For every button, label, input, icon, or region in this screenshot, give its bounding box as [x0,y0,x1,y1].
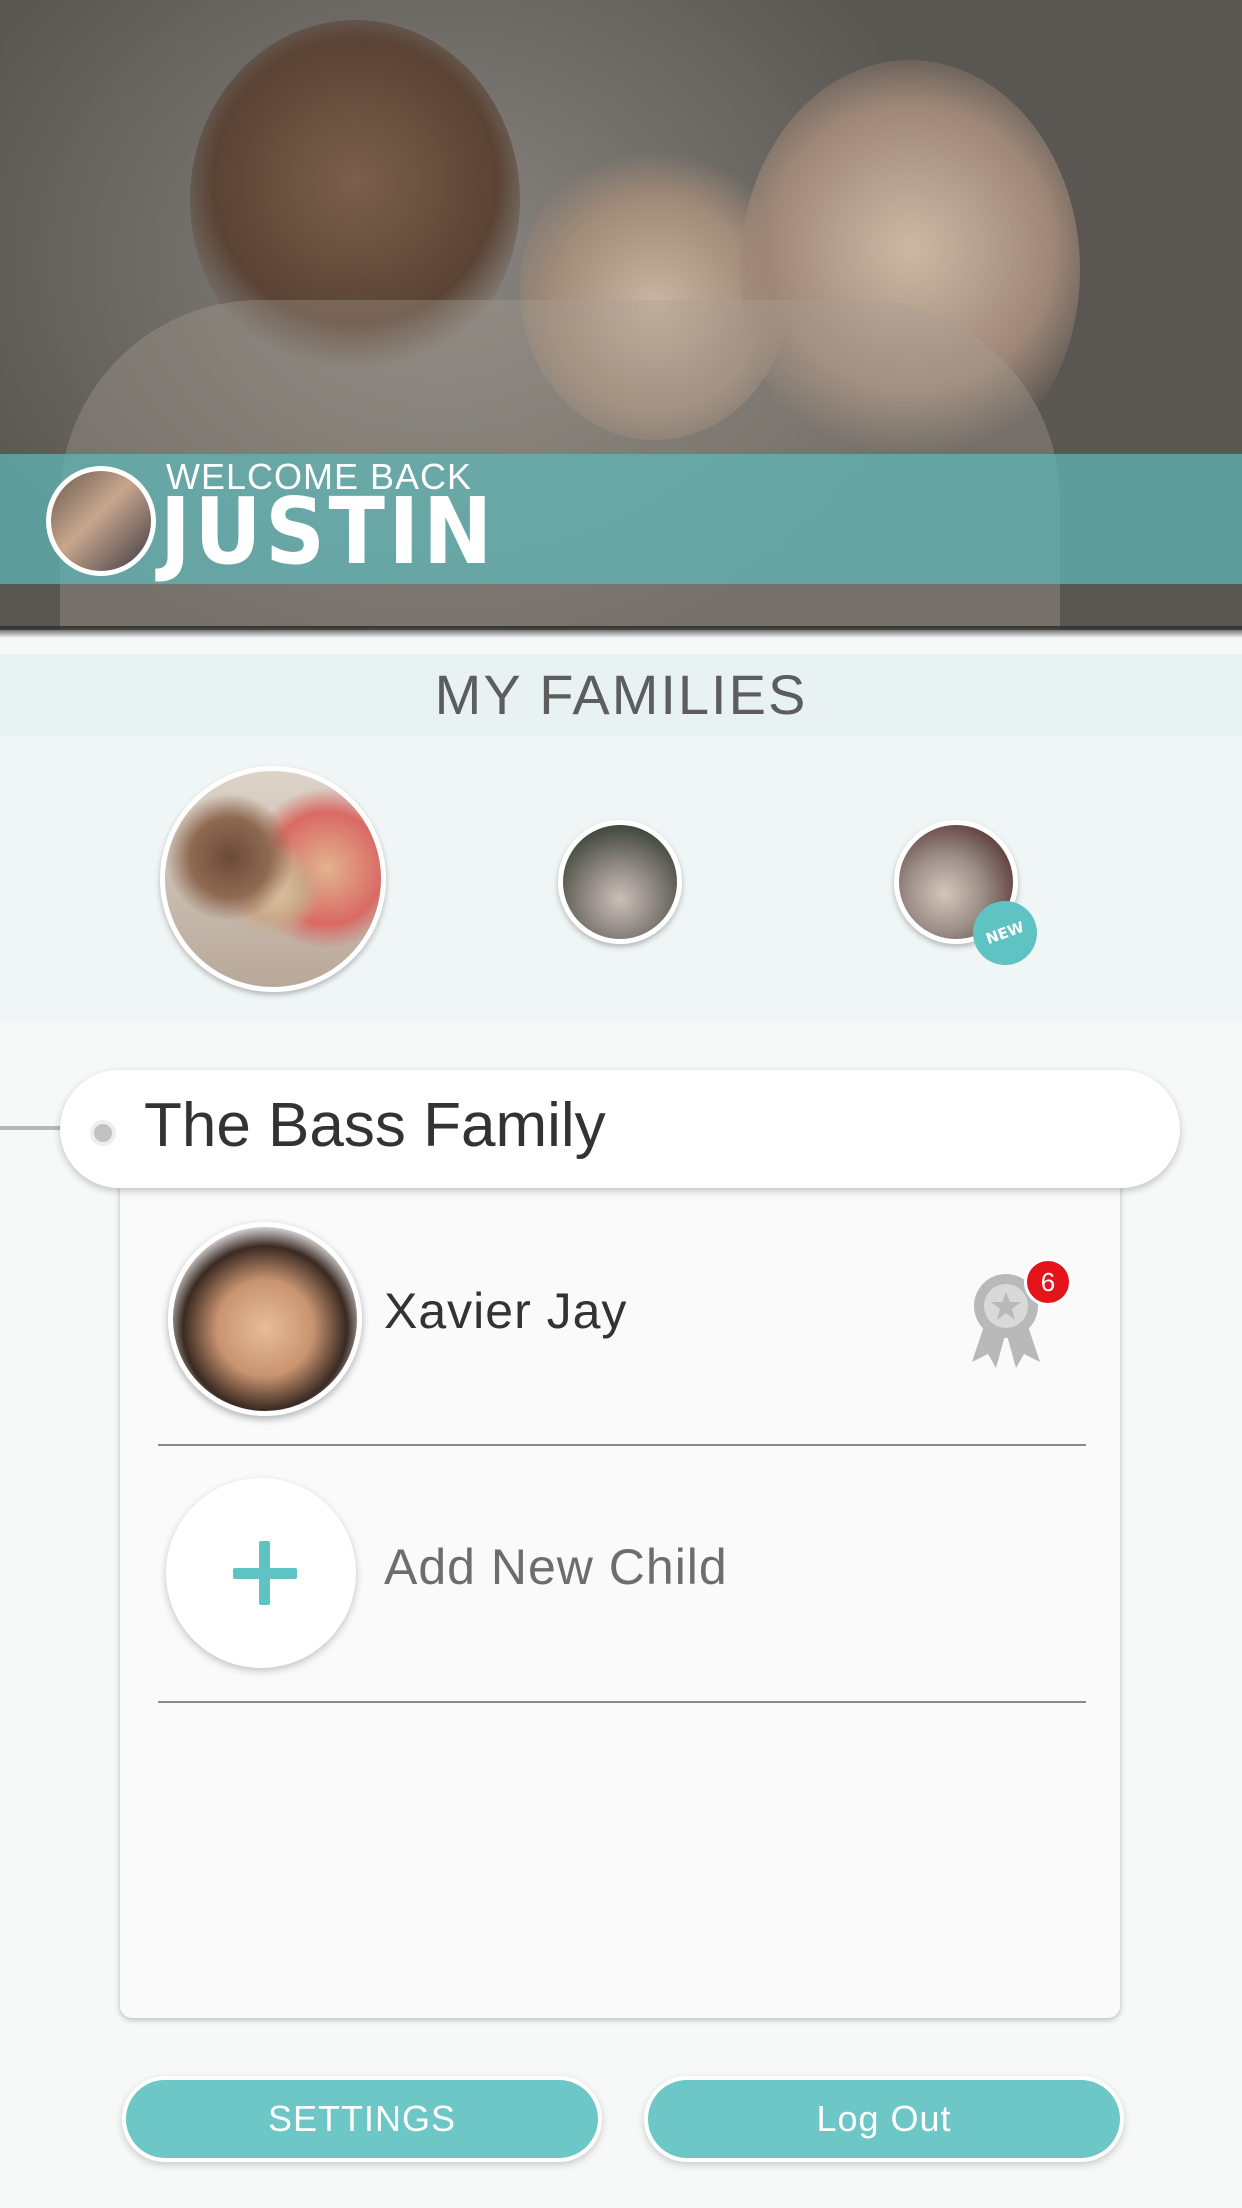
plus-icon-vertical [259,1541,270,1605]
my-families-heading: MY FAMILIES [0,654,1242,736]
timeline-dot [90,1120,116,1146]
logout-button[interactable]: Log Out [648,2080,1120,2158]
user-avatar[interactable] [46,466,156,576]
timeline-connector [0,1126,62,1130]
add-child-label[interactable]: Add New Child [384,1538,728,1596]
child-name[interactable]: Xavier Jay [384,1282,627,1340]
row-divider [158,1701,1086,1703]
family-avatar-2[interactable] [558,820,682,944]
family-avatar-bass[interactable] [160,766,386,992]
child-avatar[interactable] [168,1222,362,1416]
settings-button[interactable]: SETTINGS [126,2080,598,2158]
family-name: The Bass Family [144,1091,606,1160]
award-count-badge: 6 [1024,1258,1072,1306]
user-name: JUSTIN [160,478,496,585]
row-divider [158,1444,1086,1446]
hero-divider [0,626,1242,638]
